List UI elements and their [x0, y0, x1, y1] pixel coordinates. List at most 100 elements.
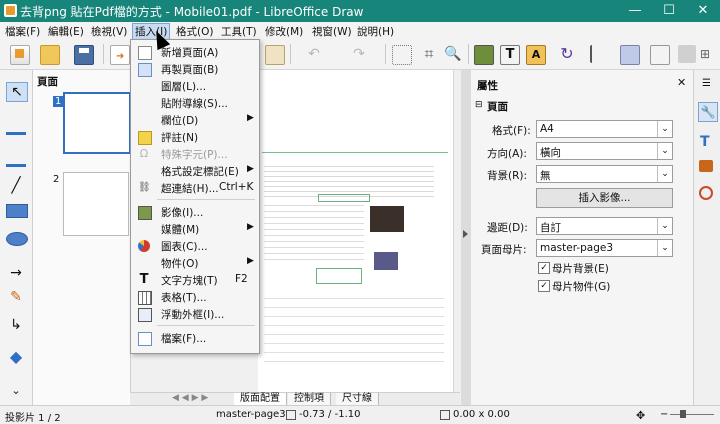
menu-modify[interactable]: 修改(M): [265, 24, 303, 39]
omega-icon: Ω: [139, 147, 149, 160]
menu-item-layer[interactable]: 圖層(L)...: [131, 78, 259, 94]
undo-icon[interactable]: ↶: [305, 45, 323, 63]
menu-item-comment[interactable]: 評註(N): [131, 129, 259, 145]
menu-format[interactable]: 格式(O): [176, 24, 213, 39]
zoom-icon[interactable]: 🔍: [444, 45, 462, 63]
menu-view[interactable]: 檢視(V): [91, 24, 127, 39]
gallery-icon[interactable]: [699, 160, 713, 172]
export-icon[interactable]: ➜: [110, 45, 130, 65]
rectangle-tool-icon[interactable]: [6, 204, 28, 218]
tab-nav-arrows[interactable]: ◀ ◀ ▶ ▶: [172, 393, 208, 403]
master-page-dropdown[interactable]: master-page3 ⌄: [536, 239, 673, 257]
more-tools-icon[interactable]: ⌄: [6, 382, 26, 400]
toolbar-separator: [385, 44, 386, 64]
menu-window[interactable]: 視窗(W): [312, 24, 352, 39]
tab-layout[interactable]: 版面配置: [234, 393, 287, 405]
document-green-box: [316, 268, 362, 284]
select-arrow-icon[interactable]: ↖: [6, 82, 28, 102]
arrange-icon[interactable]: [620, 45, 640, 65]
toolbar-separator: [103, 44, 104, 64]
fit-page-icon[interactable]: ✥: [636, 409, 645, 422]
insert-image-icon[interactable]: [474, 45, 494, 65]
menu-item-media[interactable]: 媒體(M) ▶: [131, 221, 259, 237]
distribute-icon[interactable]: [650, 45, 670, 65]
sidebar-menu-icon[interactable]: ☰: [702, 78, 711, 89]
open-folder-icon[interactable]: [40, 45, 60, 65]
close-button[interactable]: ✕: [686, 0, 720, 22]
layer-tabs: ◀ ◀ ▶ ▶ 版面配置 控制項 尺寸線: [130, 392, 460, 406]
menu-separator: [157, 325, 255, 326]
menu-tools[interactable]: 工具(T): [221, 24, 257, 39]
page-thumbnail-1[interactable]: [63, 92, 131, 154]
menu-help[interactable]: 說明(H): [357, 24, 394, 39]
sidebar-deck: ☰ 🔧 T: [693, 70, 720, 405]
insert-image-button[interactable]: 插入影像...: [536, 188, 673, 208]
background-dropdown[interactable]: 無 ⌄: [536, 165, 673, 183]
properties-wrench-icon[interactable]: 🔧: [698, 102, 718, 122]
tab-dimension-lines[interactable]: 尺寸線: [336, 393, 379, 405]
freeform-line-icon[interactable]: ✎: [6, 288, 26, 306]
zoom-out-button[interactable]: −: [660, 409, 668, 420]
section-collapse-icon[interactable]: ⊟: [475, 100, 483, 110]
properties-close-button[interactable]: ✕: [677, 76, 686, 89]
document-highlight-box: [318, 194, 370, 202]
sidebar-collapse-handle[interactable]: [461, 70, 471, 405]
menu-item-hyperlink[interactable]: ⛓ 超連結(H)... Ctrl+K: [131, 180, 259, 196]
properties-title: 屬性: [477, 80, 498, 92]
menu-item-table[interactable]: 表格(T)...: [131, 289, 259, 305]
menu-item-duplicate-page[interactable]: 再製頁面(B): [131, 61, 259, 77]
shadow-icon[interactable]: [678, 45, 696, 63]
zoom-slider-handle[interactable]: [680, 410, 686, 418]
menu-item-file[interactable]: 檔案(F)...: [131, 330, 259, 346]
menu-item-formatting-mark[interactable]: 格式設定標記(E) ▶: [131, 163, 259, 179]
minimize-button[interactable]: —: [618, 0, 652, 22]
margin-dropdown[interactable]: 自訂 ⌄: [536, 217, 673, 235]
fontwork-icon[interactable]: A: [526, 45, 546, 65]
menu-item-object[interactable]: 物件(O) ▶: [131, 255, 259, 271]
navigator-icon[interactable]: [699, 186, 713, 200]
line-tool-icon[interactable]: ╱: [6, 176, 26, 194]
redo-icon[interactable]: ↷: [350, 45, 368, 63]
orientation-dropdown[interactable]: 橫向 ⌄: [536, 142, 673, 160]
rotate-icon[interactable]: ↻: [558, 45, 576, 63]
save-icon[interactable]: [74, 45, 94, 65]
text-box-icon[interactable]: T: [500, 45, 520, 65]
tab-controls[interactable]: 控制項: [288, 393, 331, 405]
drawing-canvas[interactable]: [258, 70, 461, 392]
menu-item-new-page[interactable]: 新增頁面(A): [131, 44, 259, 60]
grid-icon[interactable]: [392, 45, 412, 65]
menu-item-snap-guide[interactable]: 貼附導線(S)...: [131, 95, 259, 111]
helplines-icon[interactable]: ⌗: [420, 45, 438, 63]
menu-edit[interactable]: 編輯(E): [48, 24, 84, 39]
pages-panel-title: 頁面: [37, 76, 58, 88]
menu-item-chart[interactable]: 圖表(C)...: [131, 238, 259, 254]
menu-file[interactable]: 檔案(F): [5, 24, 40, 39]
menu-item-image[interactable]: 影像(I)...: [131, 204, 259, 220]
connector-icon[interactable]: ↳: [6, 316, 26, 334]
ellipse-tool-icon[interactable]: [6, 232, 28, 246]
paste-icon[interactable]: [265, 45, 285, 65]
submenu-arrow-icon: ▶: [247, 164, 254, 174]
styles-icon[interactable]: T: [700, 134, 710, 150]
master-objects-checkbox[interactable]: ✓: [538, 280, 550, 292]
menu-item-text-box[interactable]: T 文字方塊(T) F2: [131, 272, 259, 288]
pages-panel: 頁面 1 2: [33, 70, 131, 405]
master-background-checkbox[interactable]: ✓: [538, 262, 550, 274]
crop-icon[interactable]: ⊞: [700, 45, 718, 63]
document-page[interactable]: [258, 70, 453, 392]
arrow-line-icon[interactable]: →: [6, 264, 26, 282]
size-icon: [440, 410, 450, 420]
menu-item-field[interactable]: 欄位(D) ▶: [131, 112, 259, 128]
menu-item-special-character[interactable]: Ω 特殊字元(P)...: [131, 146, 259, 162]
new-document-icon[interactable]: [10, 45, 30, 65]
basic-shapes-icon[interactable]: ◆: [6, 348, 26, 366]
line-color-icon[interactable]: [6, 114, 26, 135]
align-icon[interactable]: [590, 45, 610, 63]
format-dropdown[interactable]: A4 ⌄: [536, 120, 673, 138]
page-thumbnail-2[interactable]: [63, 172, 129, 236]
master-page-label: 頁面母片:: [481, 244, 527, 256]
fill-color-icon[interactable]: [6, 146, 26, 167]
menu-item-floating-frame[interactable]: 浮動外框(I)...: [131, 306, 259, 322]
zoom-slider[interactable]: [670, 414, 714, 415]
maximize-button[interactable]: ☐: [652, 0, 686, 22]
